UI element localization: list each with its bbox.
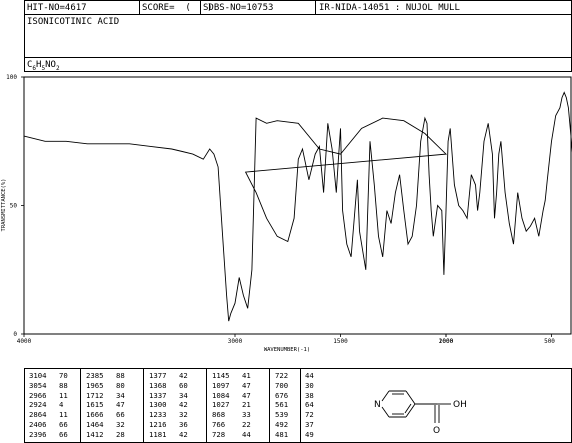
carboxyl-group [415,403,451,423]
peak-wavenumber: 1368 [149,380,167,390]
peak-wavenumber: 2385 [86,371,104,380]
y-axis-label: TRANSMITTANCE(%) [1,179,7,232]
y-tick-label: 100 [6,74,17,81]
peak-transmittance: 21 [242,400,251,410]
y-axis-ticks: 100 50 0 [6,74,24,338]
peak-wavenumber: 2406 [29,420,47,429]
peak-wavenumber: 3054 [29,380,47,390]
x-axis-label: WAVENUMBER(-1) [264,347,310,353]
peak-transmittance: 80 [116,380,125,390]
peak-wavenumber: 1084 [212,390,230,400]
peak-transmittance: 32 [179,410,188,420]
peak-transmittance: 88 [116,371,125,380]
peak-transmittance: 32 [116,420,125,429]
peak-wavenumber: 492 [275,420,289,429]
peak-wavenumber: 561 [275,400,289,410]
molecular-structure: N OH O [374,390,467,436]
peak-transmittance: 41 [242,371,251,380]
peak-wavenumber: 1097 [212,380,230,390]
peak-wavenumber: 2396 [29,429,47,439]
peak-wavenumber: 1412 [86,429,104,439]
peak-wavenumber: 1145 [212,371,230,380]
peak-transmittance: 66 [59,429,68,439]
pyridine-ring [381,390,416,418]
peak-wavenumber: 3104 [29,371,47,380]
peak-wavenumber: 2966 [29,390,47,400]
peak-transmittance: 66 [116,410,125,420]
oxygen-label: O [433,426,440,436]
peak-wavenumber: 1666 [86,410,104,420]
peak-transmittance: 33 [242,410,251,420]
peak-transmittance: 11 [59,390,68,400]
peak-wavenumber: 539 [275,410,289,420]
peak-transmittance: 60 [179,380,188,390]
peak-wavenumber: 1464 [86,420,104,429]
peak-transmittance: 36 [179,420,188,429]
peak-wavenumber: 1181 [149,429,167,439]
peak-transmittance: 11 [59,410,68,420]
peak-transmittance: 47 [242,380,251,390]
peak-wavenumber: 722 [275,371,289,380]
nitrogen-label: N [374,400,381,410]
hydroxyl-label: OH [453,400,467,410]
peak-transmittance: 44 [242,429,251,439]
x-tick-label: 1500 [333,338,348,345]
peak-wavenumber: 1712 [86,390,104,400]
peak-wavenumber: 1615 [86,400,104,410]
peak-wavenumber: 1216 [149,420,167,429]
peak-transmittance: 47 [116,400,125,410]
peak-transmittance: 66 [59,420,68,429]
plot-frame [23,76,572,335]
peak-transmittance: 28 [116,429,125,439]
peak-wavenumber: 1965 [86,380,104,390]
peak-wavenumber: 1027 [212,400,230,410]
peak-wavenumber: 1233 [149,410,167,420]
peak-wavenumber: 2924 [29,400,47,410]
peak-transmittance: 34 [179,390,188,400]
peak-wavenumber: 728 [212,429,226,439]
peak-transmittance: 42 [179,400,188,410]
x-tick-label: 3000 [228,338,243,345]
peak-transmittance: 88 [59,380,68,390]
ir-spectrum-chart: 4000 3000 20001500 1000 500 100500 WAVENUMBE… [1,74,572,353]
peak-transmittance: 70 [59,371,68,380]
x-tick-label: 1000 [439,338,454,345]
y-tick-label: 50 [10,203,18,210]
peak-transmittance: 47 [242,390,251,400]
peak-transmittance: 4 [59,400,64,410]
peak-wavenumber: 868 [212,410,226,420]
peak-wavenumber: 2864 [29,410,47,420]
plot-border [23,76,572,335]
peak-wavenumber: 481 [275,429,289,439]
peak-transmittance: 42 [179,429,188,439]
peak-transmittance: 34 [116,390,125,400]
peak-transmittance: 22 [242,420,251,429]
peak-wavenumber: 1300 [149,400,167,410]
peak-wavenumber: 676 [275,390,289,400]
peak-transmittance: 42 [179,371,188,380]
peak-wavenumber: 1377 [149,371,167,380]
peak-wavenumber: 766 [212,420,226,429]
x-tick-label: 500 [544,338,555,345]
peak-wavenumber: 1337 [149,390,167,400]
y-tick-label: 0 [13,331,17,338]
peak-wavenumber: 700 [275,380,289,390]
spectrum-line [23,91,572,322]
x-tick-label: 4000 [17,338,32,345]
x-axis-ticks: 4000 3000 20001500 1000 500 [17,334,555,345]
